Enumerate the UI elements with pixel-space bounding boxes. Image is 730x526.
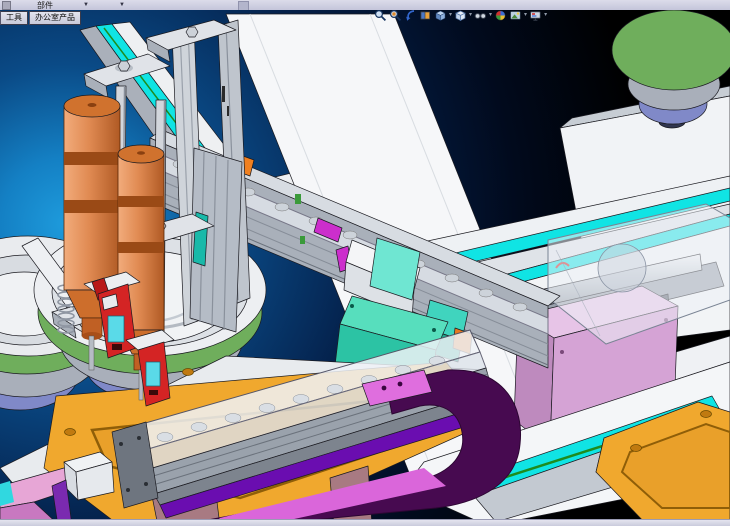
hide-show-items-icon[interactable] (474, 9, 487, 22)
dropdown-caret-icon[interactable]: ▾ (544, 9, 547, 22)
zoom-to-fit-icon[interactable] (374, 9, 387, 22)
command-tabs: 工具 办公室产品 (0, 11, 82, 25)
toolbar-app-icon[interactable] (2, 1, 11, 10)
heads-up-view-toolbar: ▾ ▾ ▾ (374, 9, 547, 22)
green-stop-block (295, 194, 301, 204)
tab-office-products[interactable]: 办公室产品 (29, 11, 81, 25)
tab-tools[interactable]: 工具 (0, 11, 28, 25)
bottom-window-edge (0, 519, 730, 526)
dropdown-caret-icon[interactable]: ▾ (524, 9, 527, 22)
hex-bolt (186, 27, 198, 37)
graphics-viewport[interactable]: ▾ ▾ ▾ (0, 10, 730, 519)
dropdown-caret-icon[interactable]: ▾ (469, 9, 472, 22)
dropdown-caret-icon[interactable]: ▾ (489, 9, 492, 22)
display-style-icon[interactable] (454, 9, 467, 22)
view-settings-icon[interactable] (529, 9, 542, 22)
zoom-to-area-icon[interactable] (389, 9, 402, 22)
previous-view-icon[interactable] (404, 9, 417, 22)
edit-appearance-icon[interactable] (494, 9, 507, 22)
assembly-menu-label[interactable]: 部件 (37, 1, 53, 10)
dropdown-caret-icon[interactable]: ▼ (83, 1, 89, 10)
assembly-3d-scene[interactable] (0, 10, 730, 519)
view-orientation-icon[interactable] (434, 9, 447, 22)
dropdown-caret-icon[interactable]: ▾ (449, 9, 452, 22)
dropdown-caret-icon[interactable]: ▼ (119, 1, 125, 10)
apply-scene-icon[interactable] (509, 9, 522, 22)
cad-application-window: 部件 ▼ ▼ 工具 办公室产品 (0, 0, 730, 526)
section-view-icon[interactable] (419, 9, 432, 22)
